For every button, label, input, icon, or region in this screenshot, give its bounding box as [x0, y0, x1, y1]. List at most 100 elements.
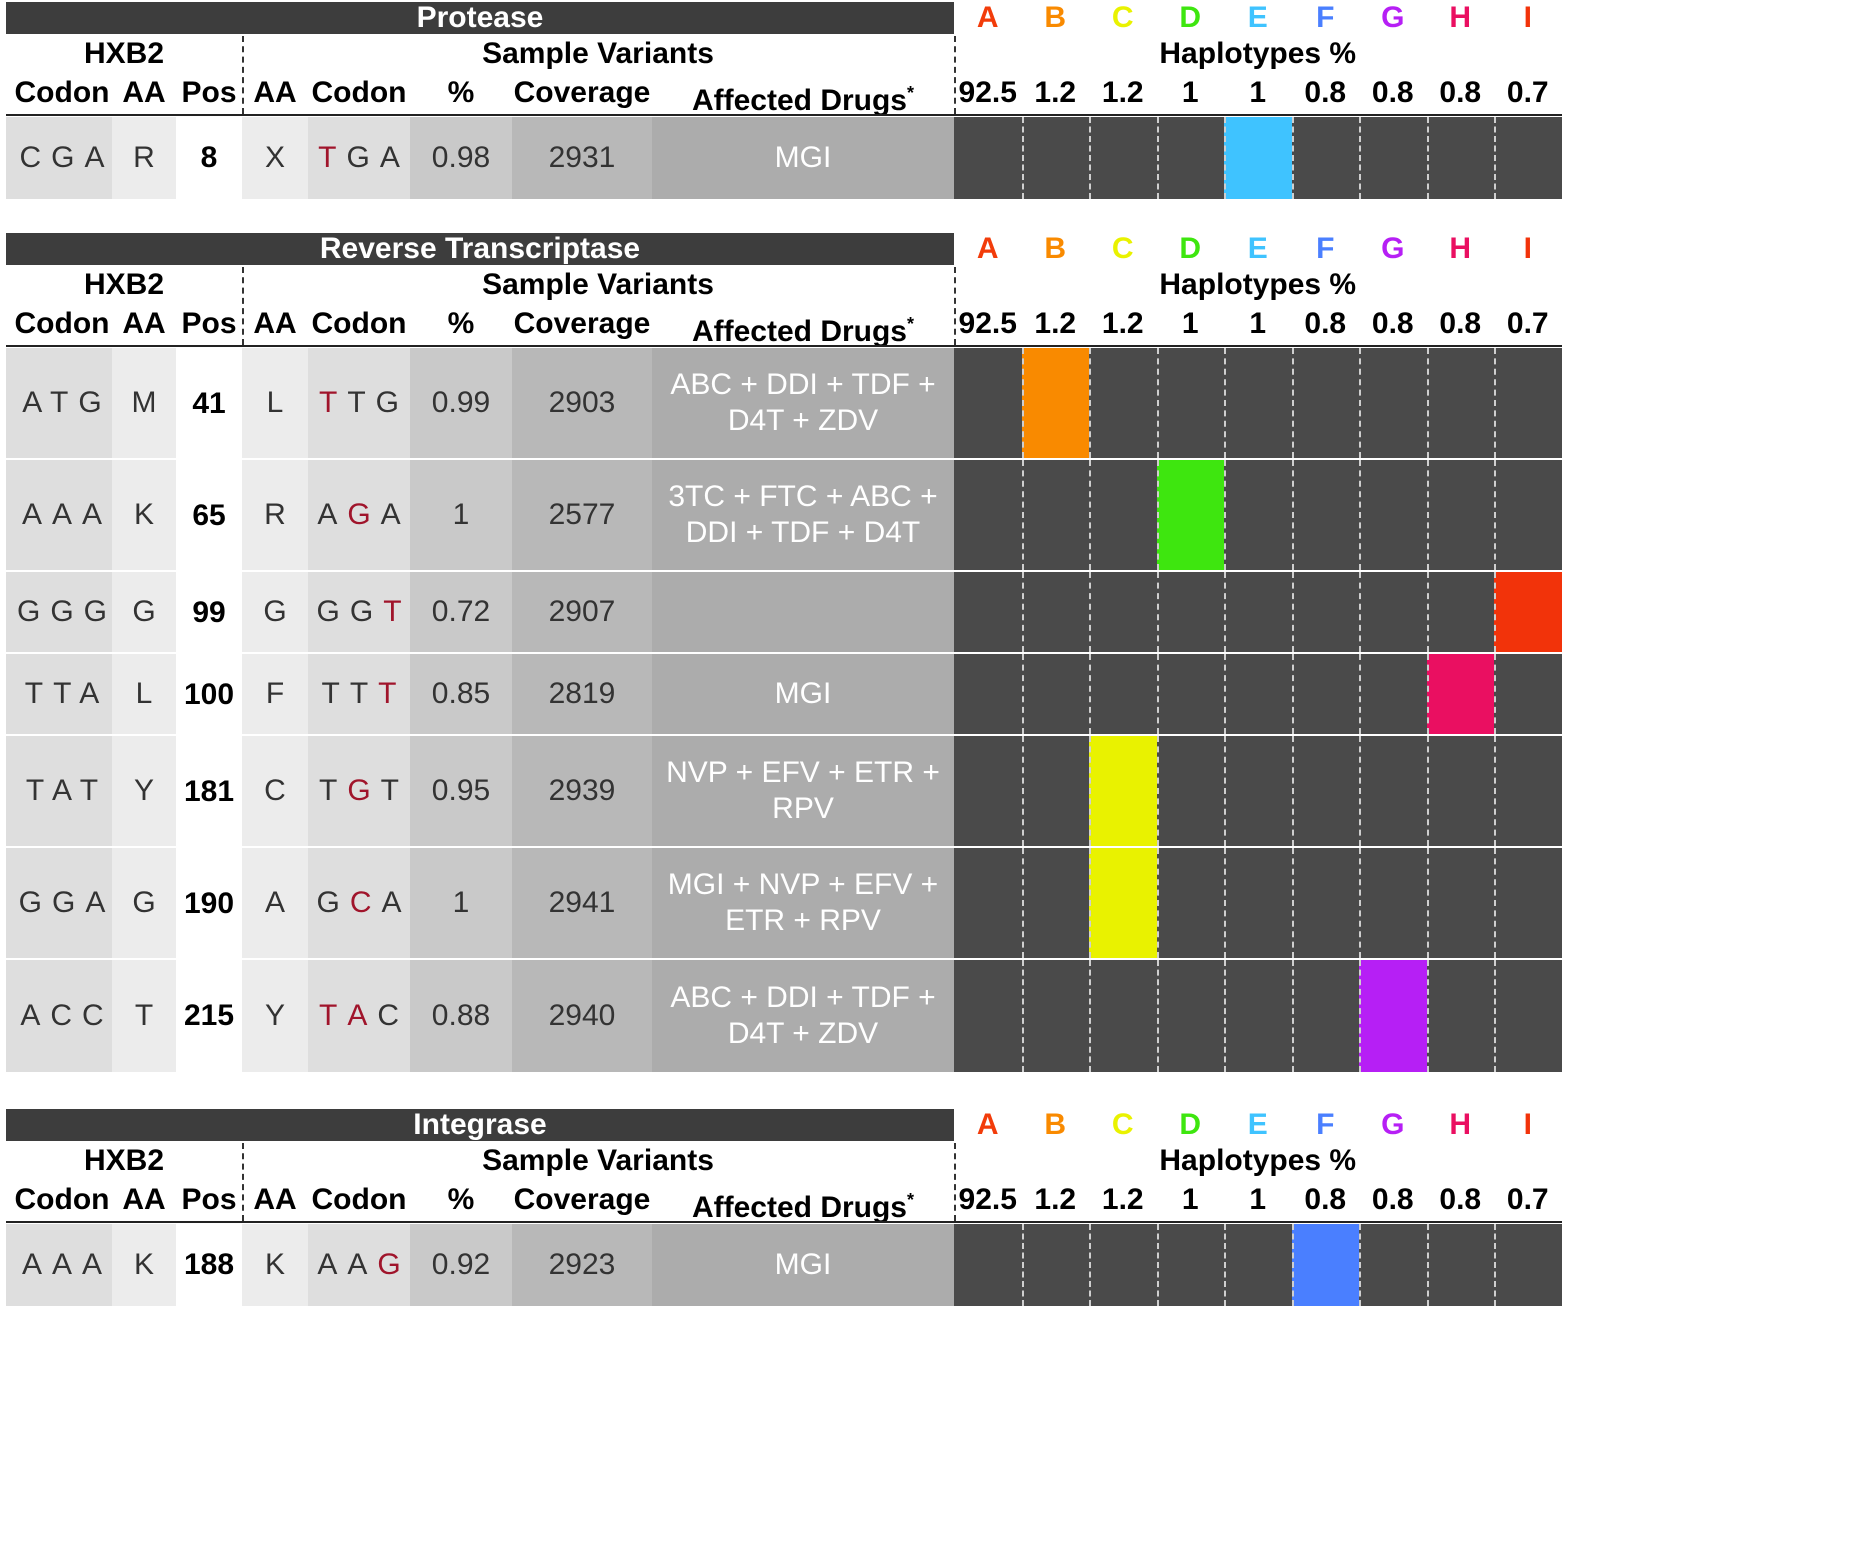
hxb2-codon-cell: AAA	[6, 1224, 118, 1306]
hxb2-codon-cell: GGA	[6, 848, 118, 958]
haplotype-percent: 1	[1249, 307, 1267, 340]
haplotype-cell	[1494, 960, 1562, 1072]
affected-drugs-cell: MGI	[652, 117, 954, 199]
haplotype-cell	[1021, 736, 1089, 846]
sample-variants-header: Sample Variants	[482, 1144, 714, 1177]
affected-drugs-cell: ABC + DDI + TDF + D4T + ZDV	[652, 348, 954, 458]
haplotype-cell	[1021, 654, 1089, 734]
sample-variants-header: Sample Variants	[482, 268, 714, 301]
hxb2-aa-header: AA	[122, 307, 166, 340]
haplotype-mark	[1359, 960, 1427, 1072]
hxb2-aa-cell: T	[112, 960, 176, 1072]
haplotype-letter: H	[1449, 1108, 1472, 1141]
haplotype-letter: G	[1381, 1108, 1405, 1141]
hxb2-codon-cell: ATG	[6, 348, 118, 458]
position-cell: 8	[176, 117, 242, 199]
position-cell: 215	[176, 960, 242, 1072]
hxb2-aa-cell: K	[112, 1224, 176, 1306]
section-title: Integrase	[413, 1108, 547, 1141]
base: A	[347, 1248, 378, 1281]
haplotype-cell	[1359, 572, 1427, 652]
haplotype-cell	[1426, 460, 1494, 570]
haplotype-percent: 1	[1249, 1183, 1267, 1216]
haplotype-percent: 1.2	[1101, 307, 1144, 340]
haplotype-cell	[1089, 348, 1157, 458]
affected-drugs-cell: MGI	[652, 654, 954, 734]
haplotype-letter: A	[976, 1, 999, 34]
hxb2-aa-cell: G	[112, 848, 176, 958]
base: A	[317, 1248, 348, 1281]
haplotype-letter: E	[1247, 232, 1268, 265]
haplotype-cell	[1021, 960, 1089, 1072]
sample-codon-cell: AAG	[308, 1224, 410, 1306]
haplotype-cell	[1224, 460, 1292, 570]
haplotype-mark	[1089, 736, 1157, 846]
haplotype-letter: G	[1381, 232, 1405, 265]
haplotype-percent: 92.5	[958, 307, 1017, 340]
haplotype-letter: F	[1316, 1, 1335, 34]
coverage-header: Coverage	[513, 307, 651, 340]
hxb2-header: HXB2	[83, 37, 165, 70]
haplotype-cell	[954, 736, 1022, 846]
position-cell: 181	[176, 736, 242, 848]
haplotype-percent: 1	[1181, 1183, 1199, 1216]
hxb2-codon-cell: TAT	[6, 736, 118, 846]
mutated-base: C	[349, 886, 382, 919]
haplotype-percent: 92.5	[958, 1183, 1017, 1216]
sample-aa-header: AA	[253, 76, 297, 109]
sample-aa-cell: Y	[242, 960, 308, 1072]
haplotype-cell	[1156, 848, 1224, 958]
sample-aa-cell: R	[242, 460, 308, 570]
haplotype-letter: C	[1111, 1, 1134, 34]
position-cell: 100	[176, 654, 242, 736]
haplotype-letter: F	[1316, 1108, 1335, 1141]
header-rule	[6, 1221, 1562, 1223]
haplotype-cell	[1224, 348, 1292, 458]
hxb2-aa-header: AA	[122, 1183, 166, 1216]
haplotype-percent: 1.2	[1101, 76, 1144, 109]
position-header: Pos	[181, 307, 237, 340]
hxb2-codon-cell: ACC	[6, 960, 118, 1072]
haplotype-cell	[1021, 848, 1089, 958]
haplotype-cell	[1494, 460, 1562, 570]
percent-cell: 1	[410, 848, 512, 958]
haplotype-mark	[1426, 654, 1494, 734]
affected-drugs-footnote-mark: *	[907, 83, 915, 103]
percent-cell: 0.99	[410, 348, 512, 458]
haplotype-cell	[1291, 654, 1359, 734]
haplotype-cell	[1359, 117, 1427, 199]
percent-cell: 0.95	[410, 736, 512, 846]
sample-codon-cell: TTG	[308, 348, 410, 458]
header-divider	[954, 1143, 956, 1221]
drug-line: 3TC + FTC + ABC +	[668, 480, 938, 513]
haplotype-cell	[1021, 460, 1089, 570]
haplotype-percent: 0.8	[1439, 1183, 1482, 1216]
mutated-base: T	[378, 677, 407, 710]
coverage-cell: 2903	[512, 348, 652, 458]
haplotype-cell	[1426, 572, 1494, 652]
drug-line: NVP + EFV + ETR +	[666, 756, 940, 789]
sample-aa-cell: K	[242, 1224, 308, 1306]
haplotype-cell	[1089, 1224, 1157, 1306]
sample-variants-header: Sample Variants	[482, 37, 714, 70]
haplotype-letter: B	[1044, 1108, 1067, 1141]
haplotype-letter: B	[1044, 1, 1067, 34]
position-cell: 99	[176, 572, 242, 654]
haplotype-letter: I	[1523, 1108, 1532, 1141]
base: G	[349, 595, 384, 628]
header-rule	[6, 114, 1562, 116]
mutated-base: T	[318, 141, 347, 174]
haplotype-percent: 0.7	[1506, 1183, 1549, 1216]
haplotype-percent: 92.5	[958, 76, 1017, 109]
haplotype-percent: 1.2	[1034, 1183, 1077, 1216]
haplotype-cell	[1089, 960, 1157, 1072]
position-cell: 190	[176, 848, 242, 960]
coverage-cell: 2941	[512, 848, 652, 958]
hxb2-header: HXB2	[83, 1144, 165, 1177]
coverage-cell: 2577	[512, 460, 652, 570]
drug-line: ABC + DDI + TDF +	[670, 981, 936, 1014]
hxb2-aa-cell: L	[112, 654, 176, 734]
hxb2-aa-cell: M	[112, 348, 176, 458]
hxb2-codon-header: Codon	[14, 1183, 110, 1216]
haplotype-cell	[1291, 348, 1359, 458]
